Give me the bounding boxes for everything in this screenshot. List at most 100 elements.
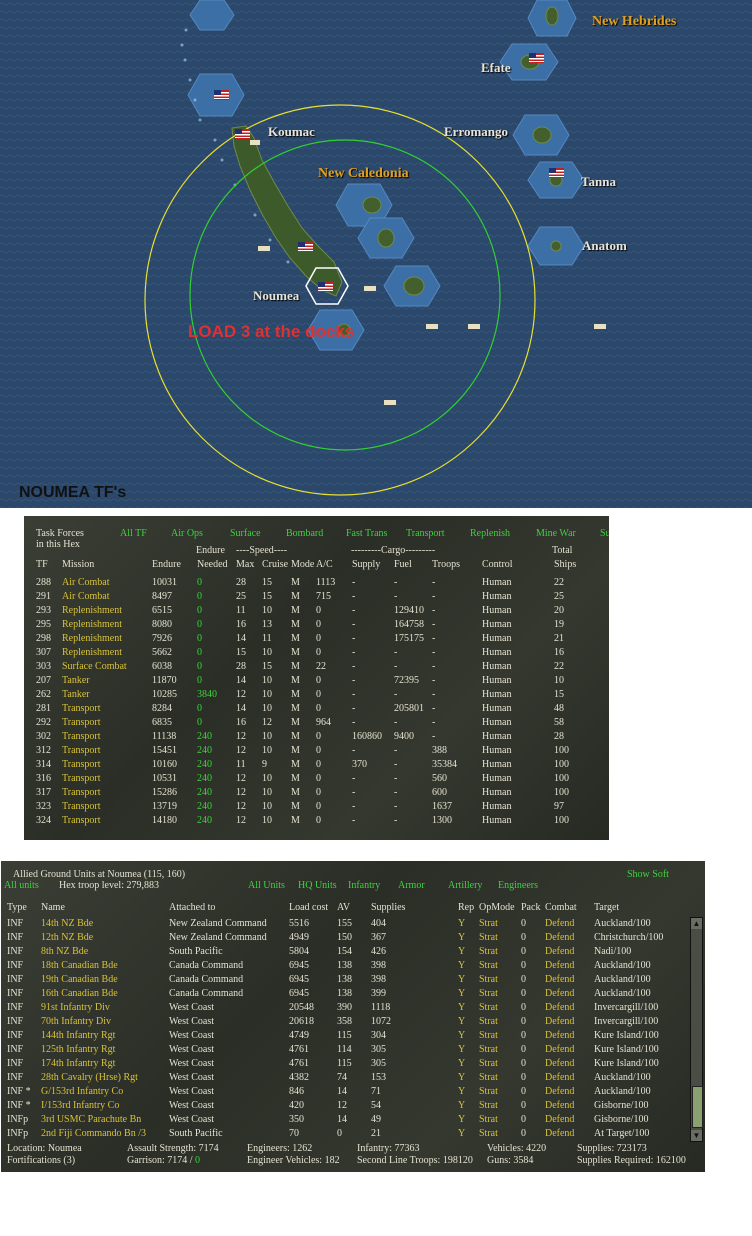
tf-row-cell: 11 (262, 633, 272, 644)
gu-row-unit-name[interactable]: 28th Cavalry (Hrse) Rgt (41, 1072, 138, 1083)
tf-col-max[interactable]: Max (236, 559, 254, 570)
tf-row-cell: Human (482, 773, 512, 784)
gu-col-av[interactable]: AV (337, 902, 350, 913)
tf-col-supply[interactable]: Supply (352, 559, 380, 570)
tf-col-mission[interactable]: Mission (62, 559, 94, 570)
tf-filter-mine-war[interactable]: Mine War (536, 528, 576, 539)
gu-col-target[interactable]: Target (594, 902, 619, 913)
tf-filter-bombard[interactable]: Bombard (286, 528, 323, 539)
tf-col-fuel[interactable]: Fuel (394, 559, 412, 570)
tf-row-mission[interactable]: Transport (62, 745, 101, 756)
tf-col-cruise[interactable]: Cruise (262, 559, 288, 570)
tf-filter-surface[interactable]: Surface (230, 528, 261, 539)
gu-row-unit-name[interactable]: 3rd USMC Parachute Bn (41, 1114, 141, 1125)
all-units-filter[interactable]: All units (4, 880, 39, 891)
map-canvas[interactable] (0, 0, 752, 508)
tf-row-mission[interactable]: Tanker (62, 675, 90, 686)
tf-row-cell: 0 (316, 801, 321, 812)
tf-col-ships[interactable]: Ships (554, 559, 576, 570)
tf-row-cell: - (432, 717, 436, 728)
gu-col-attached-to[interactable]: Attached to (169, 902, 215, 913)
tf-row-mission[interactable]: Air Combat (62, 591, 110, 602)
scroll-down-icon[interactable]: ▼ (691, 1130, 702, 1141)
gu-row-cell: 150 (337, 932, 352, 943)
tf-row-mission[interactable]: Tanker (62, 689, 90, 700)
tf-row-mission[interactable]: Transport (62, 801, 101, 812)
tf-row-mission[interactable]: Replenishment (62, 633, 122, 644)
gu-scrollbar[interactable]: ▲ ▼ (690, 917, 703, 1142)
tf-col-control[interactable]: Control (482, 559, 513, 570)
tf-filter-air-ops[interactable]: Air Ops (171, 528, 203, 539)
us-flag-icon[interactable] (235, 129, 250, 139)
tf-row-cell: 10 (262, 605, 272, 616)
gu-filter-hq-units[interactable]: HQ Units (298, 880, 337, 891)
tf-filter-su[interactable]: Su (600, 528, 609, 539)
gu-col-type[interactable]: Type (7, 902, 27, 913)
tf-filter-replenish[interactable]: Replenish (470, 528, 510, 539)
tf-row-mission[interactable]: Air Combat (62, 577, 110, 588)
us-flag-icon[interactable] (549, 168, 564, 178)
scroll-thumb[interactable] (692, 1086, 703, 1128)
tf-row-mission[interactable]: Transport (62, 731, 101, 742)
tf-col-tf[interactable]: TF (36, 559, 48, 570)
tf-row-mission[interactable]: Surface Combat (62, 661, 127, 672)
tf-row-mission[interactable]: Replenishment (62, 605, 122, 616)
tf-filter-fast-trans[interactable]: Fast Trans (346, 528, 387, 539)
gu-filter-artillery[interactable]: Artillery (448, 880, 482, 891)
gu-row-unit-name[interactable]: 91st Infantry Div (41, 1002, 110, 1013)
gu-filter-all-units[interactable]: All Units (248, 880, 285, 891)
gu-col-supplies[interactable]: Supplies (371, 902, 405, 913)
tf-col-troops[interactable]: Troops (432, 559, 460, 570)
tf-row-mission[interactable]: Transport (62, 759, 101, 770)
gu-row-unit-name[interactable]: 14th NZ Bde (41, 918, 93, 929)
gu-filter-engineers[interactable]: Engineers (498, 880, 538, 891)
gu-row-unit-name[interactable]: 2nd Fiji Commando Bn /3 (41, 1128, 146, 1139)
tf-col-needed[interactable]: Needed (197, 559, 228, 570)
us-flag-icon[interactable] (318, 282, 333, 292)
hex-map[interactable]: New Hebrides Efate Koumac Erromango New … (0, 0, 752, 508)
tf-row-cell: - (352, 773, 356, 784)
tf-row-mission[interactable]: Replenishment (62, 647, 122, 658)
gu-col-rep[interactable]: Rep (458, 902, 474, 913)
tf-filter-all-tf[interactable]: All TF (120, 528, 147, 539)
scroll-up-icon[interactable]: ▲ (691, 918, 702, 929)
gu-row-unit-name[interactable]: 125th Infantry Rgt (41, 1044, 115, 1055)
tf-col-a-c[interactable]: A/C (316, 559, 333, 570)
tf-row-mission[interactable]: Transport (62, 815, 101, 826)
tf-filter-transport[interactable]: Transport (406, 528, 445, 539)
tf-title-line1: Task Forces (36, 528, 84, 539)
us-flag-icon[interactable] (298, 242, 313, 252)
tf-col-endure[interactable]: Endure (152, 559, 181, 570)
gu-col-pack[interactable]: Pack (521, 902, 540, 913)
gu-col-name[interactable]: Name (41, 902, 65, 913)
gu-col-opmode[interactable]: OpMode (479, 902, 515, 913)
tf-row-mission[interactable]: Transport (62, 717, 101, 728)
gu-row-unit-name[interactable]: 12th NZ Bde (41, 932, 93, 943)
tf-row-mission[interactable]: Transport (62, 773, 101, 784)
gu-row-cell: 358 (337, 1016, 352, 1027)
gu-col-load-cost[interactable]: Load cost (289, 902, 328, 913)
gu-row-unit-name[interactable]: G/153rd Infantry Co (41, 1086, 123, 1097)
gu-row-cell: Strat (479, 960, 498, 971)
tf-row-mission[interactable]: Replenishment (62, 619, 122, 630)
tf-row-mission[interactable]: Transport (62, 703, 101, 714)
gu-row-cell: 74 (337, 1072, 347, 1083)
gu-row-cell: Auckland/100 (594, 974, 651, 985)
gu-row-cell: Auckland/100 (594, 1072, 651, 1083)
gu-row-unit-name[interactable]: 19th Canadian Bde (41, 974, 118, 985)
gu-row-unit-name[interactable]: 144th Infantry Rgt (41, 1030, 115, 1041)
gu-row-unit-name[interactable]: 16th Canadian Bde (41, 988, 118, 999)
gu-row-unit-name[interactable]: I/153rd Infantry Co (41, 1100, 119, 1111)
tf-col-mode[interactable]: Mode (291, 559, 314, 570)
show-soft-toggle[interactable]: Show Soft (627, 869, 669, 880)
tf-row-mission[interactable]: Transport (62, 787, 101, 798)
gu-row-unit-name[interactable]: 18th Canadian Bde (41, 960, 118, 971)
gu-row-unit-name[interactable]: 8th NZ Bde (41, 946, 88, 957)
gu-col-combat[interactable]: Combat (545, 902, 577, 913)
us-flag-icon[interactable] (214, 90, 229, 100)
gu-filter-armor[interactable]: Armor (398, 880, 425, 891)
gu-row-unit-name[interactable]: 70th Infantry Div (41, 1016, 111, 1027)
us-flag-icon[interactable] (529, 53, 544, 63)
gu-filter-infantry[interactable]: Infantry (348, 880, 380, 891)
gu-row-unit-name[interactable]: 174th Infantry Rgt (41, 1058, 115, 1069)
